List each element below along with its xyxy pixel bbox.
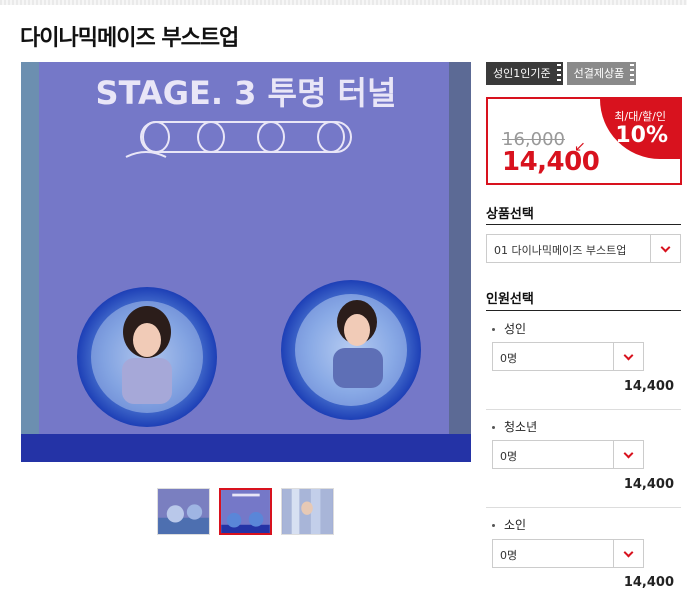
divider xyxy=(486,507,681,508)
thumbnail-3[interactable] xyxy=(281,488,334,535)
product-select-value: 01 다이나믹메이즈 부스트업 xyxy=(494,244,627,257)
thumbnail-1[interactable] xyxy=(157,488,210,535)
page-title: 다이나믹메이즈 부스트업 xyxy=(20,26,239,51)
youth-count-select[interactable]: 0명 xyxy=(492,440,644,469)
divider xyxy=(486,409,681,410)
adult-count-value: 0명 xyxy=(500,352,518,365)
adult-count-select[interactable]: 0명 xyxy=(492,342,644,371)
child-count-toggle[interactable] xyxy=(613,540,643,567)
child-count-value: 0명 xyxy=(500,549,518,562)
people-select-title: 인원선택 xyxy=(486,292,534,307)
adult-count-toggle[interactable] xyxy=(613,343,643,370)
thumbnail-2[interactable] xyxy=(219,488,272,535)
adult-label: 성인 xyxy=(492,320,526,337)
child-label: 소인 xyxy=(492,516,526,533)
youth-count-value: 0명 xyxy=(500,450,518,463)
price-box: 최/대/할/인 10% 16,000 ↙ 14,400 xyxy=(486,97,682,185)
youth-count-toggle[interactable] xyxy=(613,441,643,468)
adult-price: 14,400 xyxy=(623,379,674,394)
chevron-down-icon xyxy=(623,547,634,558)
section-divider xyxy=(486,224,681,225)
product-select-title: 상품선택 xyxy=(486,207,534,222)
chevron-down-icon xyxy=(623,350,634,361)
product-select[interactable]: 01 다이나믹메이즈 부스트업 xyxy=(486,234,681,263)
sale-price: 14,400 xyxy=(502,147,600,177)
image-stage-text: STAGE. 3 투명 터널 xyxy=(96,74,397,112)
discount-label: 최/대/할/인 xyxy=(614,110,666,123)
tag-prepaid: 선결제상품 xyxy=(566,62,637,85)
chevron-down-icon xyxy=(660,242,671,253)
top-border xyxy=(0,0,687,5)
product-tags: 성인1인기준 선결제상품 xyxy=(486,62,637,85)
chevron-down-icon xyxy=(623,448,634,459)
section-divider xyxy=(486,310,681,311)
thumbnail-list xyxy=(157,488,334,535)
youth-price: 14,400 xyxy=(623,477,674,492)
tag-adult-basis: 성인1인기준 xyxy=(486,62,563,85)
youth-label: 청소년 xyxy=(492,418,537,435)
product-main-image[interactable]: STAGE. 3 투명 터널 xyxy=(21,62,471,462)
discount-rate: 10% xyxy=(615,123,668,148)
child-count-select[interactable]: 0명 xyxy=(492,539,644,568)
product-select-toggle[interactable] xyxy=(650,235,680,262)
child-price: 14,400 xyxy=(623,575,674,590)
